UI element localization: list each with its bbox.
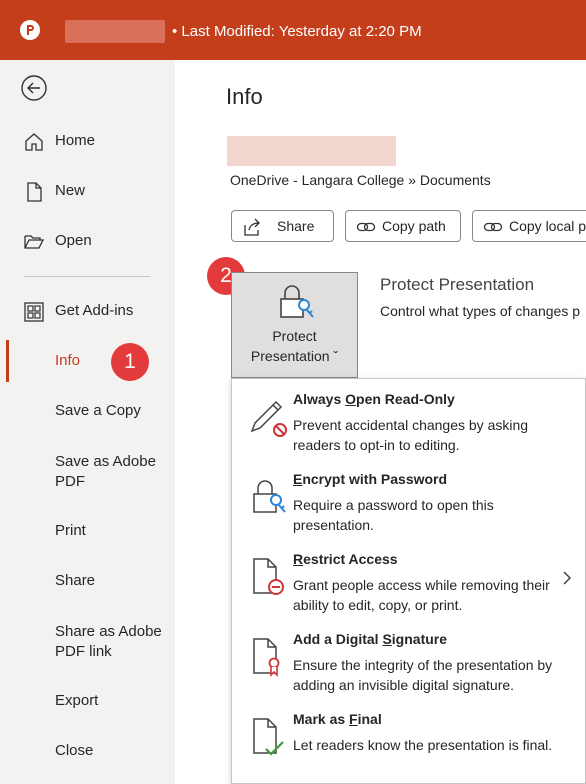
menu-item-encrypt-with-password[interactable]: Encrypt with Password Require a password…: [232, 459, 586, 539]
pencil-no-edit-icon: [250, 400, 287, 437]
sidebar-item-label: Export: [55, 692, 99, 709]
document-path[interactable]: OneDrive - Langara College » Documents: [230, 172, 491, 188]
menu-item-add-digital-signature[interactable]: Add a Digital Signature Ensure the integ…: [232, 619, 586, 699]
sidebar-item-label-line1: Save as Adobe: [55, 453, 156, 470]
menu-item-title: Add a Digital Signature: [293, 631, 448, 647]
sidebar-item-label: Get Add-ins: [55, 302, 134, 319]
menu-item-title: Encrypt with Password: [293, 471, 448, 487]
add-ins-icon: [24, 302, 44, 322]
new-doc-icon: [27, 182, 42, 202]
protect-label-line1: Protect: [272, 328, 317, 344]
sidebar-item-label-line2: PDF link: [55, 643, 112, 660]
final-doc-icon: [253, 718, 284, 756]
protect-presentation-button[interactable]: Protect Presentation ˇ: [231, 272, 358, 378]
menu-item-mark-as-final[interactable]: Mark as Final Let readers know the prese…: [232, 699, 586, 779]
home-icon: [25, 133, 43, 151]
share-button[interactable]: Share: [231, 210, 334, 242]
protect-section-description: Control what types of changes p: [380, 303, 581, 319]
protect-label-line2: Presentation ˇ: [250, 348, 339, 364]
sidebar-item-label: New: [55, 182, 86, 199]
open-folder-icon: [24, 235, 45, 249]
sidebar-item-share[interactable]: Share: [0, 561, 175, 601]
sidebar-item-home[interactable]: Home: [0, 121, 175, 161]
sidebar-item-open[interactable]: Open: [0, 221, 175, 261]
sidebar-item-label: Print: [55, 522, 86, 539]
sidebar-item-label: Share: [55, 572, 96, 589]
copy-path-button[interactable]: Copy path: [345, 210, 461, 242]
menu-item-description: Require a password to open this presenta…: [293, 497, 494, 533]
sidebar-item-close[interactable]: Close: [0, 731, 175, 771]
menu-item-always-open-read-only[interactable]: Always Open Read-Only Prevent accidental…: [232, 379, 586, 459]
copy-local-path-label: Copy local p: [509, 218, 586, 234]
sidebar-item-label-line1: Share as Adobe: [55, 623, 162, 640]
sidebar-item-label: Close: [55, 742, 94, 759]
title-bar: • Last Modified: Yesterday at 2:20 PM: [0, 0, 586, 60]
sidebar-item-new[interactable]: New: [0, 171, 175, 211]
menu-item-title: Always Open Read-Only: [293, 391, 455, 407]
sidebar-item-label-line2: PDF: [55, 473, 85, 490]
share-button-label: Share: [277, 218, 315, 234]
sidebar-item-label: Info: [55, 352, 81, 369]
sidebar-divider: [24, 276, 150, 277]
signature-doc-icon: [253, 638, 280, 677]
redacted-document-name: [227, 136, 396, 166]
sidebar-item-get-add-ins[interactable]: Get Add-ins: [0, 291, 175, 331]
sidebar-item-save-a-copy[interactable]: Save a Copy: [0, 391, 175, 431]
sidebar-item-print[interactable]: Print: [0, 511, 175, 551]
menu-item-description: Let readers know the presentation is fin…: [293, 737, 553, 753]
link-icon: [356, 222, 376, 232]
copy-local-path-button[interactable]: Copy local p: [472, 210, 586, 242]
last-modified-text: • Last Modified: Yesterday at 2:20 PM: [172, 23, 422, 40]
powerpoint-logo-icon: [20, 20, 40, 40]
back-arrow-icon[interactable]: [21, 75, 47, 101]
sidebar-item-share-as-adobe-pdf-link[interactable]: Share as Adobe PDF link: [0, 622, 175, 668]
sidebar-item-label: Save a Copy: [55, 402, 141, 419]
protect-section-title: Protect Presentation: [380, 275, 535, 294]
copy-path-label: Copy path: [382, 218, 446, 234]
menu-item-description: Prevent accidental changes by asking rea…: [293, 417, 529, 453]
lock-key-icon: [253, 480, 286, 513]
backstage-sidebar: Home New Open Get Add-ins Info 1 Save a …: [0, 60, 175, 784]
step-badge-1: 1: [111, 343, 149, 381]
link-icon: [483, 222, 503, 232]
redacted-file-name: [65, 20, 165, 43]
sidebar-item-label: Home: [55, 132, 96, 149]
menu-item-title: Mark as Final: [293, 711, 382, 727]
restricted-doc-icon: [253, 558, 284, 595]
sidebar-item-save-as-adobe-pdf[interactable]: Save as Adobe PDF: [0, 452, 175, 498]
menu-item-title: Restrict Access: [293, 551, 398, 567]
protect-presentation-menu: Always Open Read-Only Prevent accidental…: [231, 378, 586, 784]
share-icon: [244, 218, 260, 236]
menu-item-description: Grant people access while removing their…: [293, 577, 550, 613]
page-title: Info: [226, 84, 263, 109]
sidebar-item-label: Open: [55, 232, 92, 249]
chevron-right-icon[interactable]: [561, 569, 573, 587]
sidebar-item-export[interactable]: Export: [0, 681, 175, 721]
menu-item-restrict-access[interactable]: Restrict Access Grant people access whil…: [232, 539, 586, 619]
lock-key-icon: [280, 285, 314, 318]
menu-item-description: Ensure the integrity of the presentation…: [293, 657, 553, 693]
